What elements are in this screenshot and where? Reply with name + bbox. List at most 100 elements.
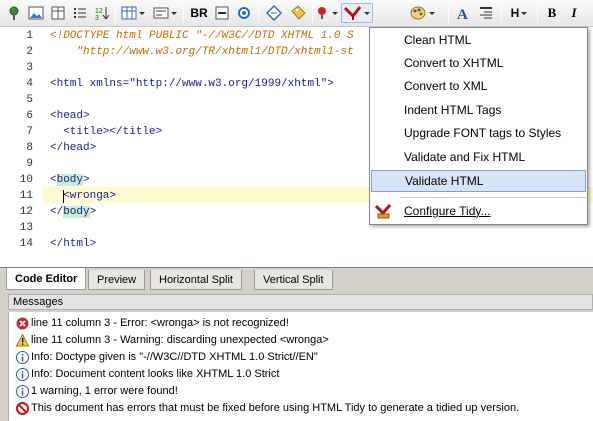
italic-icon[interactable]: I xyxy=(564,3,584,23)
html-open-tag: <html xyxy=(50,78,90,90)
body-close-lt: </ xyxy=(50,206,64,218)
line-number: 3 xyxy=(26,62,33,74)
text-cursor xyxy=(63,190,64,203)
italic-label: I xyxy=(571,5,577,20)
menu-item-upgrade-font[interactable]: Upgrade FONT tags to Styles xyxy=(371,122,586,144)
code-line-7: <title></title> xyxy=(50,126,163,138)
sort-icon[interactable]: 12 3 xyxy=(92,3,112,23)
xmlns-attr: xmlns= xyxy=(89,78,130,90)
line-number: 8 xyxy=(26,142,33,154)
configure-tidy-label: Configure Tidy... xyxy=(404,204,491,218)
body-open-tag: body xyxy=(56,174,84,186)
list-item[interactable]: 1 warning, 1 error were found! xyxy=(15,383,178,399)
code-line-1: <!DOCTYPE html PUBLIC "-//W3C//DTD XHTML… xyxy=(50,30,354,42)
configure-tidy-icon xyxy=(374,203,393,222)
br-label: BR xyxy=(190,6,208,20)
code-line-11: <wronga> xyxy=(50,188,116,204)
code-line-14: </html> xyxy=(50,238,97,250)
anchor-icon[interactable] xyxy=(4,3,24,23)
menu-item-validate-fix[interactable]: Validate and Fix HTML xyxy=(371,146,586,168)
message-text: line 11 column 3 - Warning: discarding u… xyxy=(31,334,329,346)
message-text: 1 warning, 1 error were found! xyxy=(31,385,178,397)
menu-item-indent-tags[interactable]: Indent HTML Tags xyxy=(371,99,586,121)
message-text: Info: Document content looks like XHTML … xyxy=(31,368,280,380)
warning-icon xyxy=(15,333,29,347)
br-icon-2[interactable] xyxy=(212,3,232,23)
diamond-icon[interactable] xyxy=(263,3,285,23)
info-icon xyxy=(15,367,29,381)
body-close-tag: body xyxy=(63,206,90,218)
menu-item-validate-html[interactable]: Validate HTML xyxy=(371,170,586,192)
messages-title: Messages xyxy=(13,296,64,308)
line-number: 2 xyxy=(26,46,33,58)
line-number: 1 xyxy=(26,30,33,42)
code-line-6: <head> xyxy=(50,110,90,122)
bold-label: B xyxy=(547,5,557,20)
line-number: 7 xyxy=(26,126,33,138)
list-icon[interactable] xyxy=(70,3,90,23)
info-icon xyxy=(15,350,29,364)
messages-list[interactable]: line 11 column 3 - Error: <wronga> is no… xyxy=(8,312,593,421)
heading-icon[interactable]: H xyxy=(505,3,533,23)
svg-text:3: 3 xyxy=(95,15,99,21)
svg-text:12: 12 xyxy=(95,8,103,15)
wronga-tag: <wronga> xyxy=(63,190,117,202)
svg-text:A: A xyxy=(457,7,468,21)
body-lt: < xyxy=(50,174,57,186)
menu-item-configure-tidy[interactable]: Configure Tidy... xyxy=(371,200,586,222)
list-item[interactable]: line 11 column 3 - Warning: discarding u… xyxy=(15,332,329,348)
line-number: 10 xyxy=(19,174,33,186)
line-number-gutter: 1 2 3 4 5 6 7 8 9 10 11 12 13 14 xyxy=(0,27,41,267)
line-number: 13 xyxy=(19,222,33,234)
table-insert-icon[interactable] xyxy=(48,3,68,23)
line-number: 9 xyxy=(26,158,33,170)
bulb-icon[interactable] xyxy=(316,3,338,23)
target-icon[interactable] xyxy=(234,3,254,23)
tidy-dropdown-menu: Clean HTML Convert to XHTML Convert to X… xyxy=(369,27,588,225)
heading-label: H xyxy=(510,6,520,20)
align-icon[interactable] xyxy=(475,3,497,23)
br-icon[interactable]: BR xyxy=(188,3,210,23)
menu-separator xyxy=(400,197,586,198)
message-text: This document has errors that must be fi… xyxy=(31,402,520,414)
menu-item-clean-html[interactable]: Clean HTML xyxy=(371,29,586,51)
list-item[interactable]: This document has errors that must be fi… xyxy=(15,400,519,416)
code-line-4: <html xmlns="http://www.w3.org/1999/xhtm… xyxy=(50,76,334,92)
line-number: 11 xyxy=(19,190,33,202)
line-number: 5 xyxy=(26,94,33,106)
code-line-12: </body> xyxy=(50,204,96,220)
tidy-icon[interactable] xyxy=(341,3,373,23)
view-tabs: Code Editor Preview Horizontal Split Ver… xyxy=(0,267,593,291)
error-icon xyxy=(15,316,29,330)
tag-icon[interactable] xyxy=(287,3,309,23)
list-item[interactable]: Info: Document content looks like XHTML … xyxy=(15,366,279,382)
tab-horizontal-split[interactable]: Horizontal Split xyxy=(150,270,242,290)
tab-preview[interactable]: Preview xyxy=(88,270,146,290)
stop-icon xyxy=(15,401,29,415)
toolbar: 12 3 BR A H B I xyxy=(0,0,593,27)
font-icon[interactable]: A xyxy=(453,3,473,23)
code-line-8: </head> xyxy=(50,142,97,154)
list-item[interactable]: line 11 column 3 - Error: <wronga> is no… xyxy=(15,315,289,331)
list-item[interactable]: Info: Doctype given is "-//W3C//DTD XHTM… xyxy=(15,349,318,365)
palette-icon[interactable] xyxy=(408,3,436,23)
form-icon[interactable] xyxy=(151,3,179,23)
xmlns-value: "http://www.w3.org/1999/xhtml" xyxy=(129,78,328,90)
body-gt: > xyxy=(83,174,90,186)
menu-item-convert-xhtml[interactable]: Convert to XHTML xyxy=(371,52,586,74)
message-text: Info: Doctype given is "-//W3C//DTD XHTM… xyxy=(31,351,318,363)
table-icon[interactable] xyxy=(119,3,147,23)
info-icon xyxy=(15,384,29,398)
tab-vertical-split[interactable]: Vertical Split xyxy=(254,270,333,290)
line-number: 4 xyxy=(26,78,33,90)
menu-item-convert-xml[interactable]: Convert to XML xyxy=(371,75,586,97)
body-close-gt: > xyxy=(89,206,97,218)
tab-code-editor[interactable]: Code Editor xyxy=(6,268,87,290)
code-line-10: <body> xyxy=(50,172,90,188)
bold-icon[interactable]: B xyxy=(542,3,562,23)
code-line-2: "http://www.w3.org/TR/xhtml1/DTD/xhtml1-… xyxy=(50,46,354,58)
messages-header: Messages xyxy=(8,294,593,310)
image-icon[interactable] xyxy=(26,3,46,23)
line-number: 12 xyxy=(19,206,33,218)
